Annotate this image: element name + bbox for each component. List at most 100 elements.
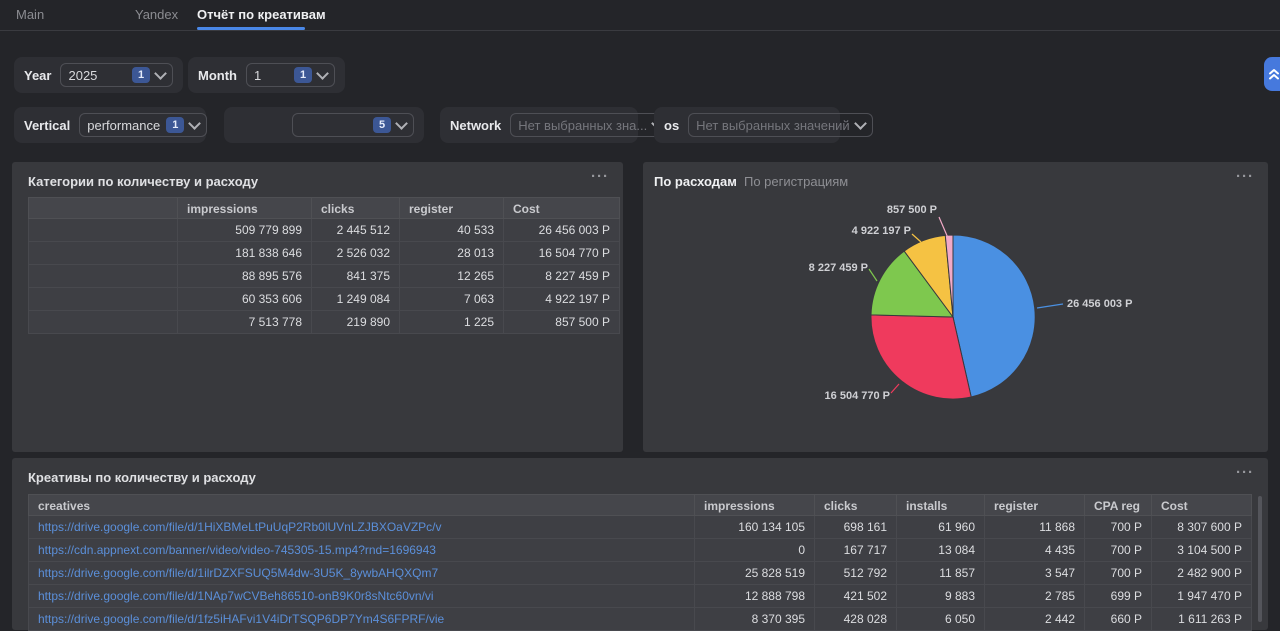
table-cell: 1 611 263 P <box>1152 608 1252 631</box>
double-chevron-up-icon <box>1268 67 1280 81</box>
table-cell: 698 161 <box>815 516 897 539</box>
column-header: Cost <box>504 197 620 219</box>
filter-group-unnamed: 5 <box>224 107 424 143</box>
filter-group-os: os Нет выбранных значений <box>654 107 840 143</box>
pie-chart: 26 456 003 P 16 504 770 P 8 227 459 P 4 … <box>643 162 1268 452</box>
column-header: impressions <box>695 494 815 516</box>
table-cell: 4 435 <box>985 539 1085 562</box>
pie-leader-line <box>869 269 877 281</box>
table-cell: 8 370 395 <box>695 608 815 631</box>
table-cell: 16 504 770 P <box>504 242 620 265</box>
chevron-down-icon <box>188 117 201 130</box>
filter-group-network: Network Нет выбранных зна... <box>440 107 638 143</box>
filter-label-year: Year <box>24 68 51 83</box>
table-cell: 11 857 <box>897 562 985 585</box>
column-header: register <box>400 197 504 219</box>
creative-link[interactable]: https://drive.google.com/file/d/1fz5iHAF… <box>38 612 444 626</box>
table-row: 60 353 6061 249 0847 0634 922 197 P <box>28 288 620 311</box>
table-scrollbar[interactable] <box>1258 496 1262 622</box>
table-cell: 28 013 <box>400 242 504 265</box>
table-cell: 4 922 197 P <box>504 288 620 311</box>
creative-link[interactable]: https://drive.google.com/file/d/1ilrDZXF… <box>38 566 438 580</box>
column-header: installs <box>897 494 985 516</box>
table-row: https://drive.google.com/file/d/1ilrDZXF… <box>28 562 1252 585</box>
chevron-down-icon <box>854 117 867 130</box>
table-cell: 26 456 003 P <box>504 219 620 242</box>
tab-yandex[interactable]: Yandex <box>135 7 178 22</box>
vertical-value: performance <box>87 118 160 133</box>
chevron-down-icon <box>154 67 167 80</box>
categories-panel-menu-icon[interactable]: ··· <box>591 168 609 185</box>
table-cell <box>28 311 178 334</box>
table-cell: 160 134 105 <box>695 516 815 539</box>
month-value: 1 <box>254 68 261 83</box>
table-cell: 219 890 <box>312 311 400 334</box>
pie-chart-svg <box>643 162 1268 452</box>
table-row: 7 513 778219 8901 225857 500 P <box>28 311 620 334</box>
column-header: clicks <box>312 197 400 219</box>
filter-label-vertical: Vertical <box>24 118 70 133</box>
filter-label-month: Month <box>198 68 237 83</box>
table-cell: 2 442 <box>985 608 1085 631</box>
table-row: 181 838 6462 526 03228 01316 504 770 P <box>28 242 620 265</box>
table-cell: https://cdn.appnext.com/banner/video/vid… <box>28 539 695 562</box>
table-cell: 40 533 <box>400 219 504 242</box>
chevron-down-icon <box>395 117 408 130</box>
creatives-panel-menu-icon[interactable]: ··· <box>1236 464 1254 481</box>
month-count-badge: 1 <box>294 67 312 83</box>
table-cell: 2 526 032 <box>312 242 400 265</box>
table-row: 88 895 576841 37512 2658 227 459 P <box>28 265 620 288</box>
column-header: creatives <box>28 494 695 516</box>
table-row: https://drive.google.com/file/d/1fz5iHAF… <box>28 608 1252 631</box>
table-cell: 13 084 <box>897 539 985 562</box>
filter-group-year: Year 2025 1 <box>14 57 183 93</box>
pie-label-cost-yellow: 4 922 197 P <box>819 225 911 237</box>
table-cell: 428 028 <box>815 608 897 631</box>
table-cell: 0 <box>695 539 815 562</box>
table-cell: 60 353 606 <box>178 288 312 311</box>
vertical-select[interactable]: performance 1 <box>79 113 207 137</box>
table-cell: 509 779 899 <box>178 219 312 242</box>
table-cell: 8 307 600 P <box>1152 516 1252 539</box>
active-tab-underline <box>197 27 305 30</box>
table-cell: 841 375 <box>312 265 400 288</box>
table-row: 509 779 8992 445 51240 53326 456 003 P <box>28 219 620 242</box>
table-cell <box>28 265 178 288</box>
year-select[interactable]: 2025 1 <box>60 63 173 87</box>
creative-link[interactable]: https://drive.google.com/file/d/1HiXBMeL… <box>38 520 442 534</box>
filter-label-os: os <box>664 118 679 133</box>
chart-panel: По расходам По регистрациям ··· 26 456 0… <box>643 162 1268 452</box>
table-cell: 3 547 <box>985 562 1085 585</box>
vertical-count-badge: 1 <box>166 117 184 133</box>
table-cell: 25 828 519 <box>695 562 815 585</box>
year-value: 2025 <box>68 68 97 83</box>
creative-link[interactable]: https://drive.google.com/file/d/1NAp7wCV… <box>38 589 434 603</box>
os-select[interactable]: Нет выбранных значений <box>688 113 873 137</box>
filter-label-network: Network <box>450 118 501 133</box>
network-select[interactable]: Нет выбранных зна... <box>510 113 670 137</box>
unnamed-select[interactable]: 5 <box>292 113 414 137</box>
pie-leader-line <box>1037 304 1063 308</box>
table-cell: 1 947 470 P <box>1152 585 1252 608</box>
table-row: https://cdn.appnext.com/banner/video/vid… <box>28 539 1252 562</box>
creative-link[interactable]: https://cdn.appnext.com/banner/video/vid… <box>38 543 436 557</box>
table-cell <box>28 288 178 311</box>
table-cell: https://drive.google.com/file/d/1HiXBMeL… <box>28 516 695 539</box>
table-cell: https://drive.google.com/file/d/1ilrDZXF… <box>28 562 695 585</box>
table-cell: 512 792 <box>815 562 897 585</box>
month-select[interactable]: 1 1 <box>246 63 335 87</box>
collapse-filters-button[interactable] <box>1264 57 1280 91</box>
tab-main[interactable]: Main <box>16 7 44 22</box>
table-cell: 12 888 798 <box>695 585 815 608</box>
table-cell: 700 P <box>1085 562 1152 585</box>
table-cell: 2 445 512 <box>312 219 400 242</box>
tab-report-creatives[interactable]: Отчёт по креативам <box>197 7 326 22</box>
table-cell: 167 717 <box>815 539 897 562</box>
creatives-panel: Креативы по количеству и расходу ··· cre… <box>12 458 1268 630</box>
column-header <box>28 197 178 219</box>
os-placeholder: Нет выбранных значений <box>696 118 850 133</box>
chevron-down-icon <box>316 67 329 80</box>
table-cell: 61 960 <box>897 516 985 539</box>
table-cell: 12 265 <box>400 265 504 288</box>
table-cell: 2 785 <box>985 585 1085 608</box>
